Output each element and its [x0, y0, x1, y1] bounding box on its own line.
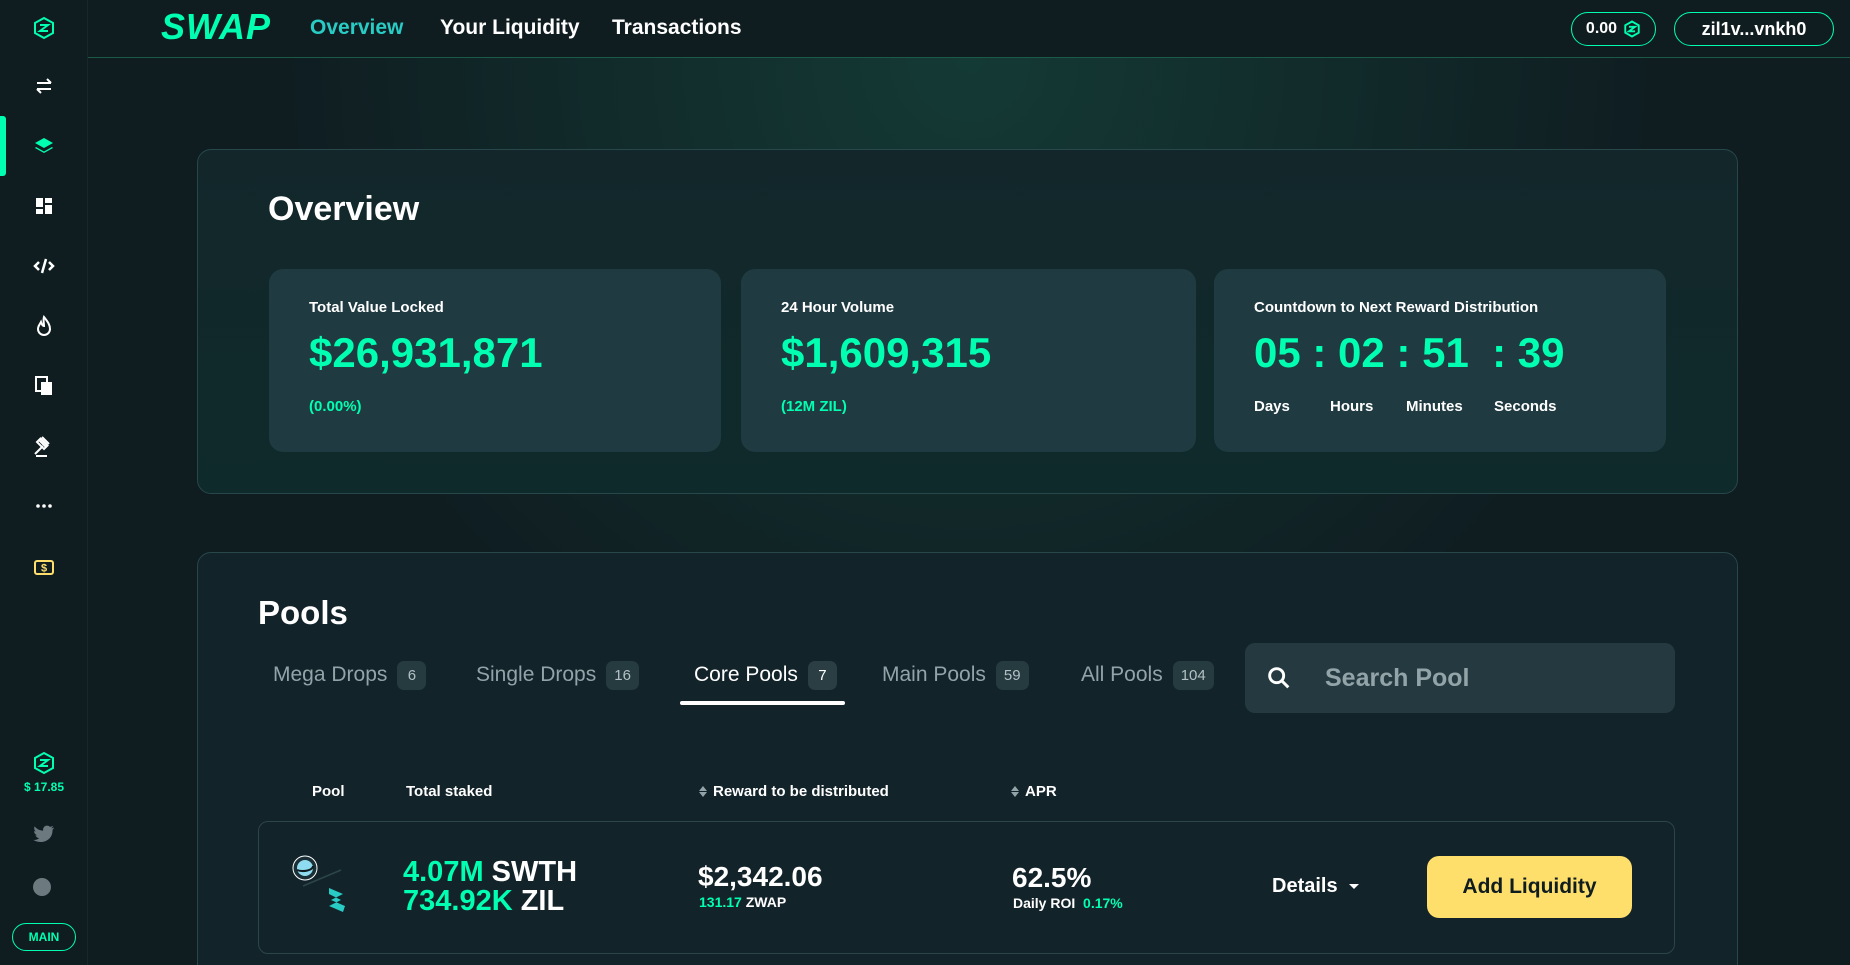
overview-title: Overview — [268, 190, 420, 228]
flame-icon[interactable] — [0, 301, 88, 351]
swap-logo[interactable]: SWAP — [161, 6, 271, 48]
apr-value: 62.5% — [1012, 862, 1092, 893]
zwap-token-icon — [1624, 20, 1640, 38]
tvl-value: $26,931,871 — [309, 329, 543, 376]
daily-roi: Daily ROI 0.17% — [1013, 895, 1123, 911]
volume-card: 24 Hour Volume $1,609,315 (12M ZIL) — [741, 269, 1196, 452]
tvl-change: (0.00%) — [309, 398, 362, 415]
tab-label: All Pools — [1081, 663, 1163, 686]
countdown-card: Countdown to Next Reward Distribution 05… — [1214, 269, 1666, 452]
tab-count: 16 — [606, 660, 639, 690]
countdown-seconds: Seconds — [1494, 398, 1557, 415]
column-reward[interactable]: Reward to be distributed — [699, 783, 889, 800]
balance-value: 0.00 — [1585, 20, 1618, 37]
pools-card: Pools Mega Drops 6 Single Drops 16 Core … — [197, 552, 1738, 965]
nav-your-liquidity[interactable]: Your Liquidity — [440, 16, 580, 40]
balance-pill[interactable]: 0.00 — [1571, 12, 1656, 46]
tab-count: 6 — [397, 660, 427, 690]
twitter-icon[interactable] — [0, 809, 88, 859]
bridge-icon[interactable] — [0, 241, 88, 291]
details-button[interactable]: Details — [1272, 875, 1360, 898]
column-total-staked: Total staked — [406, 783, 493, 800]
svg-text:$: $ — [41, 563, 47, 575]
dollar-icon[interactable]: $ — [0, 542, 88, 592]
swth-zil-pair-icon — [292, 855, 345, 912]
countdown-days: Days — [1254, 398, 1290, 415]
pools-title: Pools — [258, 594, 348, 631]
tab-label: Core Pools — [694, 663, 798, 686]
search-icon — [1268, 667, 1290, 689]
caret-down-icon — [1348, 883, 1359, 889]
tab-label: Single Drops — [476, 663, 597, 686]
dark-mode-icon[interactable] — [0, 862, 88, 912]
top-header: SWAP Overview Your Liquidity Transaction… — [88, 0, 1850, 58]
zwap-price: $ 17.85 — [23, 780, 65, 794]
overview-card: Overview Total Value Locked $26,931,871 … — [197, 149, 1738, 494]
tvl-card: Total Value Locked $26,931,871 (0.00%) — [269, 269, 721, 452]
tvl-label: Total Value Locked — [309, 299, 444, 316]
countdown-value: 05 : 02 : 51 : 39 — [1254, 329, 1565, 376]
pages-icon[interactable] — [0, 361, 88, 411]
nav-transactions[interactable]: Transactions — [612, 16, 742, 40]
sidebar: $ $ 17.85 MAIN — [0, 0, 88, 965]
tab-count: 104 — [1172, 660, 1214, 690]
search-pool-box[interactable] — [1245, 643, 1675, 713]
reward-zwap: 131.17 ZWAP — [699, 894, 787, 910]
network-badge[interactable]: MAIN — [12, 923, 76, 951]
countdown-label: Countdown to Next Reward Distribution — [1254, 299, 1539, 316]
column-pool: Pool — [312, 783, 345, 800]
tab-single-drops[interactable]: Single Drops 16 — [476, 659, 639, 691]
volume-value: $1,609,315 — [781, 329, 992, 376]
tab-label: Main Pools — [882, 663, 986, 686]
wallet-button[interactable]: zil1v...vnkh0 — [1674, 12, 1834, 46]
sort-icon — [1011, 786, 1019, 797]
nav-overview[interactable]: Overview — [310, 16, 403, 40]
tab-core-pools[interactable]: Core Pools 7 — [694, 659, 837, 691]
add-liquidity-button[interactable]: Add Liquidity — [1427, 856, 1632, 918]
sort-icon — [699, 786, 707, 797]
tab-main-pools[interactable]: Main Pools 59 — [882, 659, 1029, 691]
zilswap-logo-icon[interactable] — [0, 3, 88, 53]
search-input[interactable] — [1325, 663, 1625, 693]
tab-all-pools[interactable]: All Pools 104 — [1081, 659, 1214, 691]
tab-mega-drops[interactable]: Mega Drops 6 — [273, 659, 427, 691]
gavel-icon[interactable] — [0, 421, 88, 471]
dashboard-icon[interactable] — [0, 181, 88, 231]
volume-zil: (12M ZIL) — [781, 398, 847, 415]
swap-arrows-icon[interactable] — [0, 61, 88, 111]
countdown-minutes: Minutes — [1406, 398, 1463, 415]
staked-amount-2: 734.92K ZIL — [403, 885, 565, 917]
volume-label: 24 Hour Volume — [781, 299, 895, 316]
reward-value: $2,342.06 — [698, 861, 823, 892]
layers-icon[interactable] — [0, 116, 88, 176]
tab-count: 7 — [807, 660, 837, 690]
more-icon[interactable] — [0, 481, 88, 531]
tab-count: 59 — [995, 660, 1029, 690]
tab-label: Mega Drops — [273, 663, 388, 686]
countdown-hours: Hours — [1330, 398, 1374, 415]
column-apr[interactable]: APR — [1011, 783, 1057, 800]
pool-row: 4.07M SWTH 734.92K ZIL $2,342.06 131.17 … — [258, 821, 1675, 954]
active-tab-underline — [680, 701, 845, 705]
